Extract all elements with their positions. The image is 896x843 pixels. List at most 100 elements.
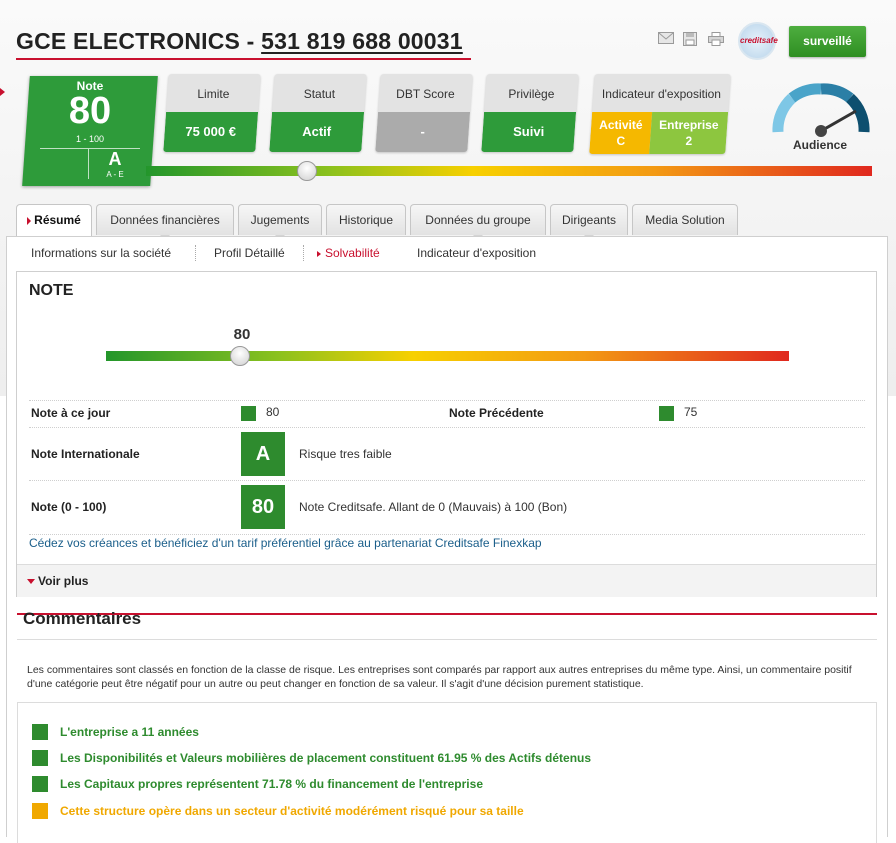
subnav-divider (303, 245, 304, 261)
kpi-value: 75 000 € (185, 124, 236, 139)
note-today-swatch (241, 406, 256, 421)
tab-donnees-du-groupe[interactable]: Données du groupe (410, 204, 546, 240)
kpi-value: - (420, 124, 425, 139)
tab-label: Media Solution (645, 213, 725, 227)
comment-text: Les Disponibilités et Valeurs mobilières… (60, 751, 592, 765)
comment-text: Cette structure opère dans un secteur d'… (60, 804, 524, 818)
exposure-card: Indicateur d'exposition Activité C Entrep… (589, 74, 731, 154)
prev-note-label: Note Précédente (449, 406, 544, 420)
company-name: GCE ELECTRONICS (16, 28, 241, 54)
comment-marker (32, 724, 48, 740)
comments-intro: Les commentaires sont classés en fonctio… (27, 664, 852, 690)
scale-note-badge: 80 (241, 485, 285, 529)
note-panel-title: NOTE (29, 282, 74, 299)
row-divider (29, 400, 865, 401)
tab-donnees-financieres[interactable]: Données financières (96, 204, 234, 240)
subnav-label: Solvabilité (325, 246, 380, 260)
tab-label: Résumé (34, 213, 81, 227)
row-divider (29, 427, 865, 428)
exposure-company-value: 2 (685, 134, 693, 148)
note-card-range: 1 - 100 (75, 134, 105, 144)
score-bar-knob (297, 161, 317, 181)
watch-button[interactable]: surveillé (789, 26, 866, 57)
kpi-dbt-score: DBT Score - (375, 74, 473, 152)
kpi-label: DBT Score (396, 87, 455, 101)
page-title: GCE ELECTRONICS - 531 819 688 00031 (16, 28, 463, 55)
title-underline (16, 58, 471, 60)
save-icon[interactable] (682, 32, 698, 46)
kpi-limite: Limite 75 000 € (163, 74, 261, 152)
tab-label: Dirigeants (561, 213, 617, 227)
score-bar (146, 166, 872, 176)
comment-text: L'entreprise a 11 années (60, 725, 199, 739)
tab-label: Données du groupe (425, 213, 531, 227)
subnav-divider (195, 245, 196, 261)
note-panel-score: 80 (233, 326, 251, 343)
exposure-activity-label: Activité (599, 118, 643, 132)
siren-link[interactable]: 531 819 688 00031 (261, 28, 463, 54)
note-card-vdivider (88, 149, 89, 179)
exposure-activity-value: C (616, 134, 626, 148)
comments-title: Commentaires (23, 609, 142, 628)
tab-label: Jugements (250, 213, 310, 227)
title-separator: - (246, 28, 255, 54)
tab-label: Historique (338, 213, 394, 227)
subnav-informations[interactable]: Informations sur la société (31, 246, 171, 260)
comments-title-rule (17, 639, 877, 640)
tab-media-solution[interactable]: Media Solution (632, 204, 738, 235)
kpi-privilege: Privilège Suivi (481, 74, 579, 152)
exposure-label: Indicateur d'exposition (601, 87, 721, 101)
scale-note-desc: Note Creditsafe. Allant de 0 (Mauvais) à… (299, 500, 568, 514)
note-panel-knob (230, 346, 250, 366)
comment-marker (32, 803, 48, 819)
intl-note-badge: A (241, 432, 285, 476)
tab-dirigeants[interactable]: Dirigeants (550, 204, 628, 240)
tab-historique[interactable]: Historique (326, 204, 406, 235)
tab-content: Informations sur la société Profil Détai… (6, 236, 888, 843)
prev-note-value: 75 (684, 405, 698, 419)
note-card: Note 80 1 - 100 A A - E (22, 76, 158, 186)
tab-resume[interactable]: Résumé (16, 204, 92, 238)
intl-note-label: Note Internationale (31, 447, 140, 461)
scale-note-label: Note (0 - 100) (31, 500, 107, 514)
comments-list: L'entreprise a 11 années Les Disponibili… (17, 702, 877, 843)
tab-label: Données financières (110, 213, 220, 227)
voir-plus-label: Voir plus (38, 574, 89, 588)
subnav-profil-detaille[interactable]: Profil Détaillé (214, 246, 285, 260)
exposure-company-label: Entreprise (659, 118, 719, 132)
tab-jugements[interactable]: Jugements (238, 204, 322, 240)
subnav-solvabilite[interactable]: Solvabilité (317, 246, 380, 260)
side-marker (0, 88, 5, 96)
note-today-label: Note à ce jour (31, 406, 111, 420)
note-panel-bar (106, 351, 789, 361)
audience-label: Audience (792, 138, 847, 152)
kpi-label: Privilège (508, 87, 555, 101)
comment-marker (32, 776, 48, 792)
kpi-statut: Statut Actif (269, 74, 367, 152)
finexkap-promo-link[interactable]: Cédez vos créances et bénéficiez d'un ta… (29, 536, 542, 550)
note-today-value: 80 (266, 405, 280, 419)
mail-icon[interactable] (658, 32, 674, 46)
comment-text: Les Capitaux propres représentent 71.78 … (60, 777, 483, 791)
voir-plus-button[interactable]: Voir plus (17, 564, 876, 597)
kpi-value: Suivi (513, 124, 545, 139)
row-divider (29, 480, 865, 481)
note-card-value: 80 (68, 90, 112, 132)
comments-top-rule (17, 613, 877, 615)
subnav: Informations sur la société Profil Détai… (7, 237, 887, 267)
creditsafe-logo: creditsafe (738, 22, 778, 60)
row-divider (29, 534, 865, 535)
intl-note-desc: Risque tres faible (299, 447, 392, 461)
kpi-label: Limite (197, 87, 230, 101)
exposure-company: Entreprise 2 (649, 112, 729, 154)
note-panel: NOTE 80 Note à ce jour 80 Note Précédent… (16, 271, 877, 597)
exposure-activity: Activité C (589, 112, 653, 154)
print-icon[interactable] (708, 32, 724, 46)
subnav-indicateur-exposition[interactable]: Indicateur d'exposition (417, 246, 536, 260)
grade-range: A - E (106, 170, 124, 179)
prev-note-swatch (659, 406, 674, 421)
grade-value: A (108, 149, 122, 169)
kpi-value: Actif (302, 124, 332, 139)
comment-marker (32, 750, 48, 766)
caret-down-icon (27, 579, 35, 584)
